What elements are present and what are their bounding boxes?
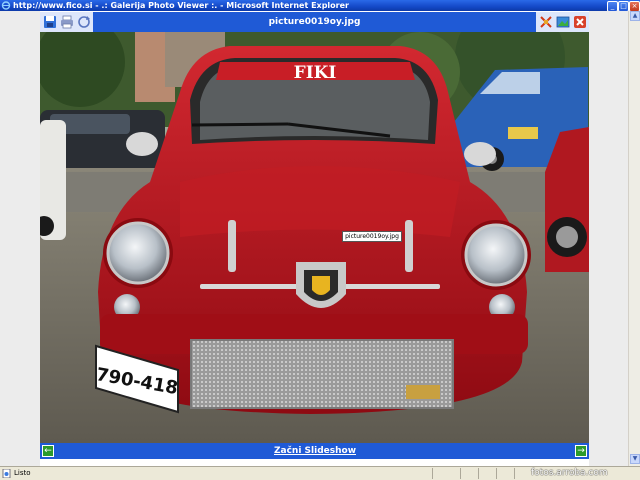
previous-image-button[interactable]: ← — [42, 445, 54, 457]
status-pane-4 — [496, 468, 515, 479]
vertical-scrollbar[interactable]: ▲ ▼ — [628, 11, 640, 466]
start-slideshow-link[interactable]: Začni Slideshow — [200, 443, 430, 459]
refresh-icon[interactable] — [77, 15, 91, 29]
page-margin-right — [589, 11, 628, 466]
image-title: picture0019oy.jpg — [268, 17, 361, 27]
scroll-down-arrow-icon[interactable]: ▼ — [630, 454, 640, 464]
status-pane-5 — [514, 468, 531, 479]
image-caption: picture0019oy.jpg — [342, 231, 402, 242]
scroll-up-arrow-icon[interactable]: ▲ — [630, 11, 640, 21]
car-photo[interactable]: 790-418 FIKI — [40, 32, 589, 443]
internet-explorer-icon — [1, 1, 11, 10]
window-titlebar[interactable]: http://www.fico.si - .: Galerija Photo V… — [0, 0, 640, 12]
windshield-banner-text: FIKI — [294, 63, 337, 83]
close-viewer-icon[interactable] — [573, 15, 587, 29]
status-pane-2 — [460, 468, 479, 479]
status-pane-3 — [478, 468, 497, 479]
window-title: http://www.fico.si - .: Galerija Photo V… — [13, 1, 349, 10]
page-loaded-icon — [2, 469, 11, 478]
printer-icon[interactable] — [60, 15, 74, 29]
photo-image: 790-418 FIKI — [40, 32, 589, 443]
floppy-disk-icon[interactable] — [43, 15, 57, 29]
status-pane-1 — [432, 468, 461, 479]
viewer-toolbar-left — [40, 12, 93, 32]
next-image-button[interactable]: → — [575, 445, 587, 457]
viewer-toolbar-right — [536, 12, 589, 32]
status-text: Listo — [14, 469, 31, 477]
page-margin-left — [0, 11, 40, 466]
fit-screen-icon[interactable] — [539, 15, 553, 29]
watermark-text: fotos.arroba.com — [531, 468, 608, 478]
full-size-icon[interactable] — [556, 15, 570, 29]
